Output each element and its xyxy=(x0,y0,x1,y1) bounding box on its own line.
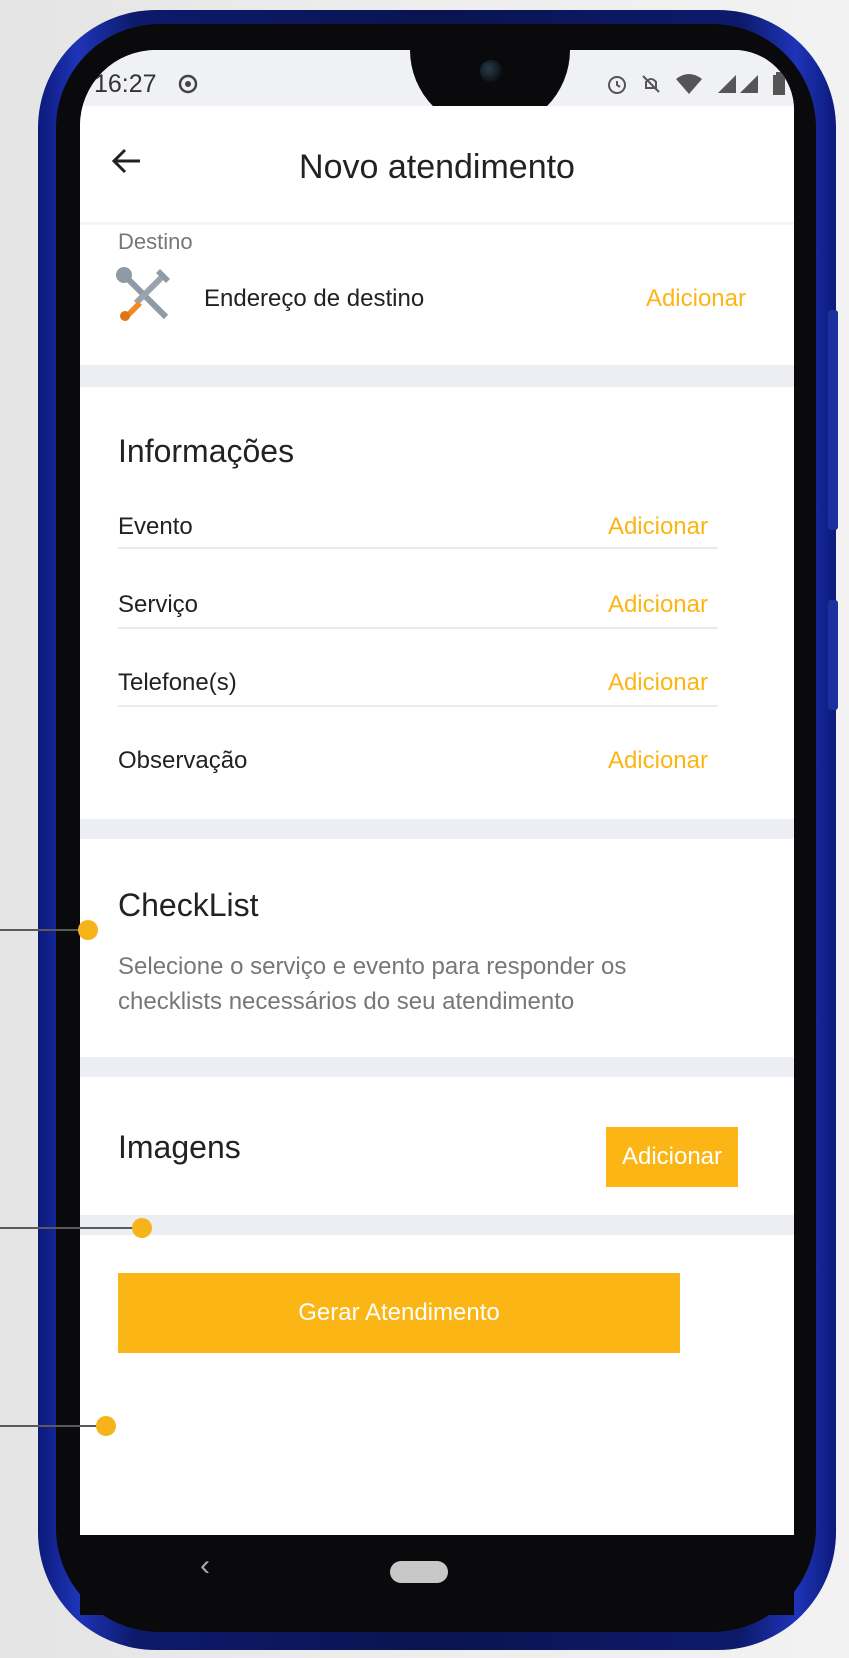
callout-dot xyxy=(78,920,98,940)
informacoes-section: Informações Evento Adicionar Serviço Adi… xyxy=(80,387,794,819)
row-divider xyxy=(118,627,718,629)
info-row-telefone: Telefone(s) Adicionar xyxy=(118,643,718,721)
checklist-title: CheckList xyxy=(118,887,259,923)
callout-line xyxy=(0,1425,100,1427)
callout-dot xyxy=(132,1218,152,1238)
info-row-add-link[interactable]: Adicionar xyxy=(608,747,708,775)
add-images-button[interactable]: Adicionar xyxy=(606,1127,738,1187)
app-bar: Novo atendimento xyxy=(80,106,794,222)
info-row-observacao: Observação Adicionar xyxy=(118,721,718,799)
informacoes-title: Informações xyxy=(118,433,295,469)
destino-address-label: Endereço de destino xyxy=(204,285,425,312)
destino-label: Destino xyxy=(118,229,193,254)
section-gap xyxy=(80,1215,794,1235)
info-row-evento: Evento Adicionar xyxy=(118,487,718,565)
page-title: Novo atendimento xyxy=(299,148,575,186)
info-row-add-link[interactable]: Adicionar xyxy=(608,591,708,619)
status-time: 16:27 xyxy=(94,70,157,98)
volume-button xyxy=(828,600,838,710)
wifi-icon xyxy=(676,74,702,94)
section-gap xyxy=(80,365,794,387)
android-nav-bar: ‹ xyxy=(80,1535,794,1615)
info-row-label: Telefone(s) xyxy=(118,669,237,696)
destino-section: Destino Endereço de destino Adicionar xyxy=(80,225,794,365)
callout-line xyxy=(0,929,82,931)
callout-line xyxy=(0,1227,136,1229)
status-icons xyxy=(606,72,786,96)
info-row-label: Evento xyxy=(118,513,193,540)
info-row-servico: Serviço Adicionar xyxy=(118,565,718,643)
section-gap xyxy=(80,1057,794,1077)
nav-home-pill[interactable] xyxy=(390,1561,448,1583)
section-gap xyxy=(80,819,794,839)
row-divider xyxy=(118,547,718,549)
checklist-description: Selecione o serviço e evento para respon… xyxy=(118,953,627,1015)
wrench-icon xyxy=(116,267,170,321)
phone-screen: 16:27 Novo atendimento Destino Endereço … xyxy=(80,50,794,1535)
sync-icon xyxy=(178,74,198,94)
imagens-title: Imagens xyxy=(118,1129,241,1165)
destino-add-link[interactable]: Adicionar xyxy=(646,285,746,313)
info-row-add-link[interactable]: Adicionar xyxy=(608,513,708,541)
info-row-add-link[interactable]: Adicionar xyxy=(608,669,708,697)
callout-dot xyxy=(96,1416,116,1436)
gerar-atendimento-button[interactable]: Gerar Atendimento xyxy=(118,1273,680,1353)
power-button xyxy=(828,310,838,530)
checklist-section: CheckList Selecione o serviço e evento p… xyxy=(80,839,794,1057)
front-camera xyxy=(480,60,502,82)
info-row-label: Serviço xyxy=(118,591,199,618)
footer-section: Gerar Atendimento xyxy=(80,1235,794,1535)
info-row-label: Observação xyxy=(118,747,248,774)
mute-icon xyxy=(642,75,660,93)
nav-back-icon[interactable]: ‹ xyxy=(200,1549,210,1583)
alarm-icon xyxy=(608,76,626,94)
imagens-section: Imagens Adicionar xyxy=(80,1077,794,1215)
battery-icon xyxy=(773,72,785,95)
signal-icon xyxy=(718,75,758,93)
row-divider xyxy=(118,705,718,707)
